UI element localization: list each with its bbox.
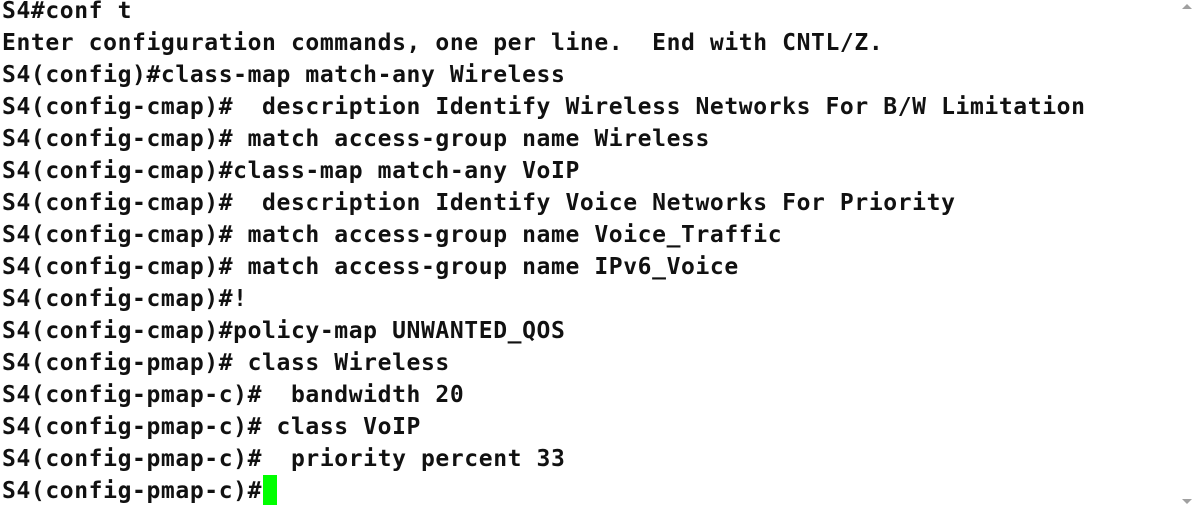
terminal-line: S4(config-pmap-c)# class VoIP	[2, 414, 421, 440]
terminal-line: S4(config-cmap)# description Identify Wi…	[2, 94, 1086, 120]
terminal-line: S4(config)#class-map match-any Wireless	[2, 62, 566, 88]
terminal-line: S4(config-cmap)#class-map match-any VoIP	[2, 158, 580, 184]
terminal-line: S4#conf t	[2, 0, 133, 24]
terminal-line: S4(config-cmap)# match access-group name…	[2, 254, 739, 280]
triangle-down-icon[interactable]	[1182, 499, 1192, 504]
terminal-line: S4(config-cmap)# match access-group name…	[2, 126, 710, 152]
terminal-line: S4(config-cmap)#policy-map UNWANTED_QOS	[2, 318, 566, 344]
terminal-prompt-line[interactable]: S4(config-pmap-c)#	[2, 475, 278, 507]
terminal-line: S4(config-pmap-c)# priority percent 33	[2, 446, 566, 472]
terminal-window[interactable]: S4#conf t Enter configuration commands, …	[0, 0, 1195, 508]
terminal-line: S4(config-cmap)#!	[2, 286, 248, 312]
terminal-line: S4(config-pmap)# class Wireless	[2, 350, 450, 376]
vertical-scrollbar[interactable]	[1178, 0, 1195, 508]
text-cursor	[263, 475, 278, 505]
command-prompt: S4(config-pmap-c)#	[2, 478, 263, 504]
terminal-line: Enter configuration commands, one per li…	[2, 30, 884, 56]
terminal-line: S4(config-cmap)# match access-group name…	[2, 222, 783, 248]
terminal-output[interactable]: S4#conf t Enter configuration commands, …	[0, 0, 1178, 508]
triangle-up-icon[interactable]	[1182, 4, 1192, 9]
terminal-line: S4(config-pmap-c)# bandwidth 20	[2, 382, 465, 408]
terminal-line: S4(config-cmap)# description Identify Vo…	[2, 190, 956, 216]
